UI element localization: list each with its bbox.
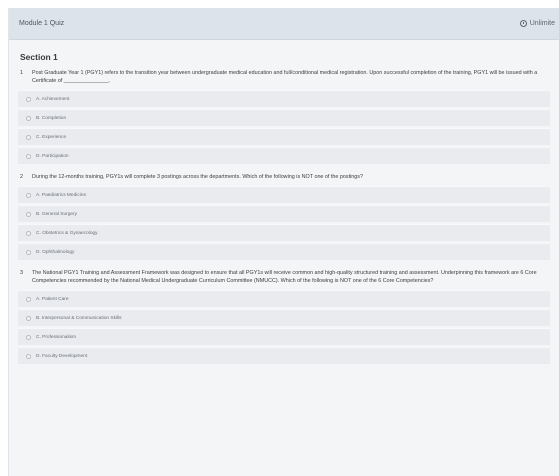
question-text: 2 During the 12-months training, PGY1s w… xyxy=(18,173,550,181)
option-label: D. Faculty Development xyxy=(36,353,88,359)
answer-option-c[interactable]: C. Professionalism xyxy=(18,328,550,345)
radio-button[interactable] xyxy=(26,334,31,340)
question-number: 2 xyxy=(20,174,23,180)
section-title: Section 1 xyxy=(20,52,58,62)
answer-option-a[interactable]: A. Achievement xyxy=(18,90,550,107)
question-text: 3 The National PGY1 Training and Assessm… xyxy=(18,269,550,285)
answer-option-b[interactable]: B. Completion xyxy=(18,109,550,126)
quiz-title: Module 1 Quiz xyxy=(19,20,65,27)
radio-button[interactable] xyxy=(26,153,31,159)
question-text: 1 Post Graduate Year 1 (PGY1) refers to … xyxy=(18,69,550,85)
option-label: C. Obstetrics & Gynaecology xyxy=(36,230,98,236)
answer-option-b[interactable]: B. Interpersonal & Communication Skills xyxy=(18,309,550,326)
radio-button[interactable] xyxy=(26,315,31,321)
question-1: 1 Post Graduate Year 1 (PGY1) refers to … xyxy=(18,69,550,164)
option-label: D. Ophthalmology xyxy=(36,249,75,255)
option-label: B. Interpersonal & Communication Skills xyxy=(36,315,122,321)
answer-option-d[interactable]: D. Faculty Development xyxy=(18,347,550,364)
quiz-frame: Module 1 Quiz Unlimite Section 1 1 Post … xyxy=(8,8,559,476)
answer-option-a[interactable]: A. Paediatrics Medicine xyxy=(18,186,550,203)
time-limit: Unlimite xyxy=(519,20,555,27)
radio-button[interactable] xyxy=(26,115,31,121)
question-2: 2 During the 12-months training, PGY1s w… xyxy=(18,173,550,260)
radio-button[interactable] xyxy=(26,353,31,359)
radio-button[interactable] xyxy=(26,249,31,255)
radio-button[interactable] xyxy=(26,96,31,102)
option-label: B. Completion xyxy=(36,115,67,121)
option-label: D. Participation xyxy=(36,153,69,159)
answer-option-c[interactable]: C. Obstetrics & Gynaecology xyxy=(18,224,550,241)
answer-option-a[interactable]: A. Patient Care xyxy=(18,290,550,307)
option-label: A. Paediatrics Medicine xyxy=(36,192,87,198)
quiz-content: Section 1 1 Post Graduate Year 1 (PGY1) … xyxy=(9,40,559,364)
radio-button[interactable] xyxy=(26,192,31,198)
radio-button[interactable] xyxy=(26,296,31,302)
question-prompt: The National PGY1 Training and Assessmen… xyxy=(32,270,537,284)
answer-option-d[interactable]: D. Participation xyxy=(18,147,550,164)
option-label: A. Patient Care xyxy=(36,296,69,302)
question-prompt: Post Graduate Year 1 (PGY1) refers to th… xyxy=(32,70,538,84)
question-number: 1 xyxy=(20,70,23,76)
radio-button[interactable] xyxy=(26,230,31,236)
option-label: C. Professionalism xyxy=(36,334,76,340)
question-3: 3 The National PGY1 Training and Assessm… xyxy=(18,269,550,364)
clock-icon xyxy=(519,20,527,27)
radio-button[interactable] xyxy=(26,134,31,140)
option-label: B. General Surgery xyxy=(36,211,78,217)
question-prompt: During the 12-months training, PGY1s wil… xyxy=(32,174,363,180)
option-label: C. Experience xyxy=(36,134,67,140)
time-limit-label: Unlimite xyxy=(529,20,555,27)
answer-option-c[interactable]: C. Experience xyxy=(18,128,550,145)
question-number: 3 xyxy=(20,270,23,276)
option-label: A. Achievement xyxy=(36,96,70,102)
answer-option-b[interactable]: B. General Surgery xyxy=(18,205,550,222)
quiz-header: Module 1 Quiz Unlimite xyxy=(9,8,559,40)
radio-button[interactable] xyxy=(26,211,31,217)
answer-option-d[interactable]: D. Ophthalmology xyxy=(18,243,550,260)
